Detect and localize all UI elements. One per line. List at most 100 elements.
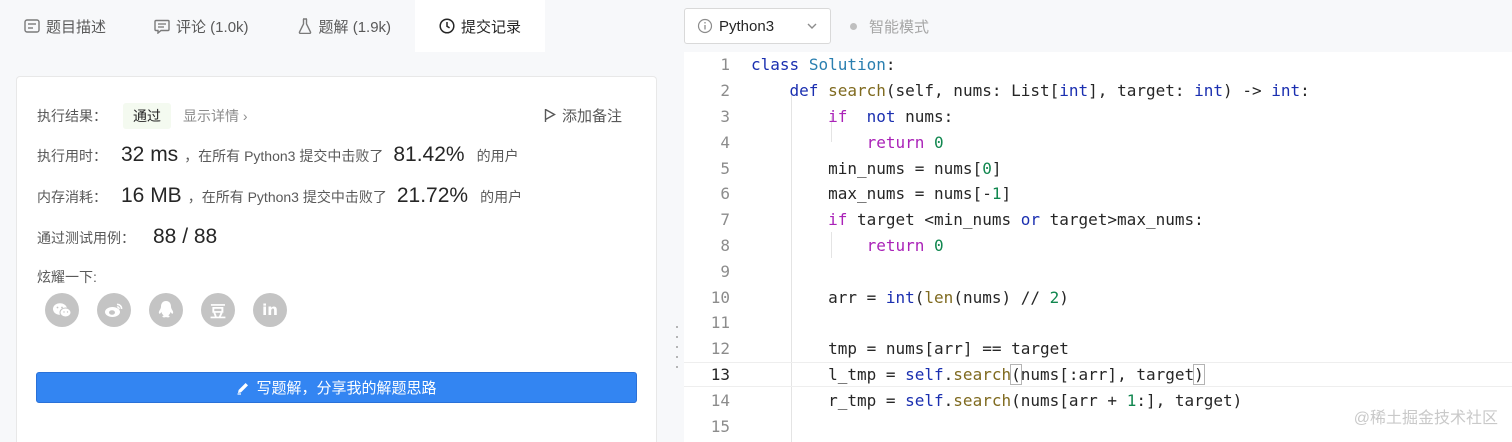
language-select[interactable]: Python3 — [684, 8, 831, 44]
line-number: 3 — [720, 106, 730, 126]
code-line: 10 arr = int(len(nums) // 2) — [684, 284, 1512, 310]
code-text: class Solution: — [751, 55, 896, 75]
editor-pane: Python3 智能模式 1 class Solution: 2 def sear… — [684, 0, 1512, 442]
result-row: 执行结果： 通过 显示详情 › — [37, 103, 248, 129]
chevron-down-icon — [807, 23, 817, 29]
runtime-desc: ，在所有 Python3 提交中击败了 — [184, 148, 384, 164]
editor-toolbar: Python3 智能模式 — [684, 0, 1512, 52]
write-solution-button[interactable]: 写题解，分享我的解题思路 — [36, 372, 637, 403]
code-text: if not nums: — [828, 106, 954, 126]
code-line: 4 return 0 — [684, 129, 1512, 155]
code-line: 5 min_nums = nums[0] — [684, 155, 1512, 181]
runtime-label: 执行用时： — [37, 148, 107, 164]
code-line: 8 return 0 — [684, 233, 1512, 259]
weibo-icon[interactable] — [97, 293, 131, 327]
code-line: 6 max_nums = nums[-1] — [684, 181, 1512, 207]
language-value: Python3 — [719, 17, 775, 35]
flag-icon — [544, 108, 556, 122]
line-number: 5 — [720, 158, 730, 178]
add-note-button[interactable]: 添加备注 — [544, 105, 622, 126]
wechat-icon[interactable] — [45, 293, 79, 327]
submission-result-card: 执行结果： 通过 显示详情 › 添加备注 执行用时： 32 ms ，在所有 Py… — [16, 76, 657, 442]
code-text: l_tmp = self.search(nums[:arr], target) — [751, 363, 1205, 385]
memory-row: 内存消耗： 16 MB ，在所有 Python3 提交中击败了 21.72% 的… — [37, 184, 522, 208]
flask-icon — [297, 18, 313, 34]
document-icon — [24, 18, 40, 34]
code-text: tmp = nums[arr] == target — [751, 339, 1069, 359]
code-line: 1 class Solution: — [684, 52, 1512, 78]
code-line: 11 — [684, 310, 1512, 336]
code-text: r_tmp = self.search(nums[arr + 1:], targ… — [751, 390, 1243, 410]
code-line: 3 if not nums: — [684, 104, 1512, 130]
memory-value: 16 MB — [121, 184, 182, 207]
code-editor[interactable]: 1 class Solution: 2 def search(self, nums… — [684, 52, 1512, 442]
code-text: min_nums = nums[0] — [751, 158, 1002, 178]
runtime-suffix: 的用户 — [476, 148, 519, 164]
code-text: return 0 — [866, 132, 944, 152]
qq-icon[interactable] — [149, 293, 183, 327]
code-text: arr = int(len(nums) // 2) — [751, 287, 1069, 307]
line-number: 6 — [720, 184, 730, 204]
tab-comments[interactable]: 评论 (1.0k) — [130, 0, 273, 52]
smart-mode-label: 智能模式 — [869, 19, 930, 36]
status-badge: 通过 — [123, 103, 171, 129]
code-line-current: 13 l_tmp = self.search(nums[:arr], targe… — [684, 361, 1512, 388]
add-note-label: 添加备注 — [561, 108, 622, 125]
line-number: 8 — [720, 235, 730, 255]
info-icon — [697, 18, 713, 34]
line-number: 7 — [720, 210, 730, 230]
douban-icon[interactable]: 豆 — [201, 293, 235, 327]
tab-submissions[interactable]: 提交记录 — [415, 0, 546, 52]
runtime-row: 执行用时： 32 ms ，在所有 Python3 提交中击败了 81.42% 的… — [37, 143, 519, 167]
tab-label: 评论 (1.0k) — [176, 18, 249, 36]
line-number: 1 — [720, 55, 730, 75]
tests-row: 通过测试用例： 88 / 88 — [37, 225, 223, 249]
line-number: 14 — [710, 390, 730, 410]
clock-icon — [439, 18, 455, 34]
pencil-icon — [237, 382, 249, 395]
code-line: 9 — [684, 258, 1512, 284]
memory-desc: ，在所有 Python3 提交中击败了 — [187, 189, 387, 205]
line-number: 2 — [720, 81, 730, 101]
tab-bar: 题目描述 评论 (1.0k) 题解 (1.9k) 提交记录 — [0, 0, 668, 52]
runtime-value: 32 ms — [121, 143, 179, 166]
line-number: 10 — [710, 287, 730, 307]
splitter-handle[interactable] — [676, 326, 679, 376]
watermark: @稀土掘金技术社区 — [1354, 404, 1498, 428]
tab-label: 提交记录 — [461, 18, 522, 36]
line-number: 9 — [720, 261, 730, 281]
code-text: def search(self, nums: List[int], target… — [789, 81, 1310, 101]
memory-percentile: 21.72% — [396, 184, 469, 207]
comment-icon — [154, 18, 170, 34]
share-label: 炫耀一下: — [37, 269, 97, 285]
write-solution-label: 写题解，分享我的解题思路 — [256, 380, 437, 397]
code-text: if target <min_nums or target>max_nums: — [828, 210, 1204, 230]
smart-mode-toggle[interactable]: 智能模式 — [850, 16, 929, 37]
tests-label: 通过测试用例： — [37, 230, 135, 246]
tab-description[interactable]: 题目描述 — [0, 0, 130, 52]
share-icons: 豆 in — [45, 293, 287, 327]
tests-value: 88 / 88 — [153, 225, 218, 248]
memory-label: 内存消耗： — [37, 189, 107, 205]
watermark-text: @稀土掘金技术社区 — [1353, 410, 1498, 427]
tab-solutions[interactable]: 题解 (1.9k) — [273, 0, 416, 52]
share-row: 炫耀一下: — [37, 267, 97, 287]
code-line: 7 if target <min_nums or target>max_nums… — [684, 207, 1512, 233]
line-number: 4 — [720, 132, 730, 152]
line-number: 15 — [710, 416, 730, 436]
line-number: 12 — [710, 339, 730, 359]
result-label: 执行结果： — [37, 108, 107, 124]
memory-suffix: 的用户 — [480, 189, 523, 205]
left-pane: 题目描述 评论 (1.0k) 题解 (1.9k) 提交记录 执行结果： 通过 显… — [0, 0, 668, 442]
runtime-percentile: 81.42% — [393, 143, 465, 166]
show-details-link[interactable]: 显示详情 › — [183, 106, 248, 126]
tab-label: 题目描述 — [46, 18, 107, 36]
tab-label: 题解 (1.9k) — [318, 18, 392, 36]
line-number: 13 — [710, 364, 730, 384]
code-line: 2 def search(self, nums: List[int], targ… — [684, 78, 1512, 104]
code-text: return 0 — [866, 235, 944, 255]
code-line: 12 tmp = nums[arr] == target — [684, 336, 1512, 362]
app-root: 题目描述 评论 (1.0k) 题解 (1.9k) 提交记录 执行结果： 通过 显… — [0, 0, 1512, 442]
linkedin-icon[interactable]: in — [253, 293, 287, 327]
status-dot — [850, 23, 857, 30]
